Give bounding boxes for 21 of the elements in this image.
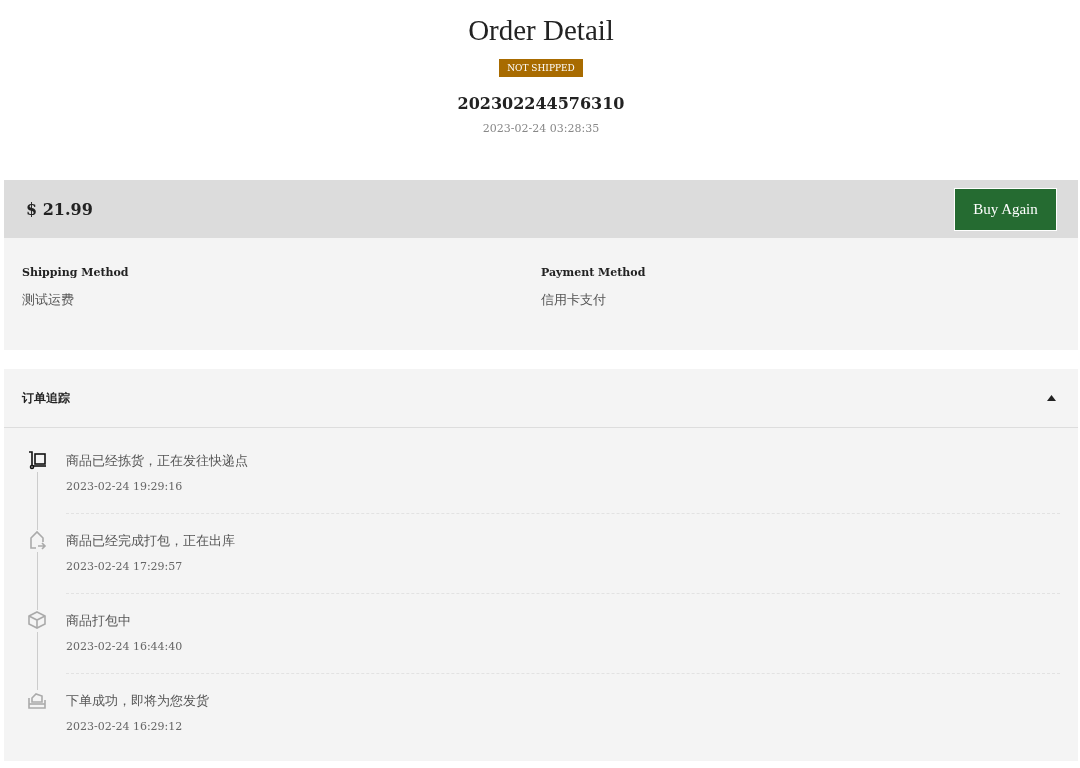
info-label: Payment Method xyxy=(541,266,647,279)
status-badge: NOT SHIPPED xyxy=(499,59,583,77)
event-description: 下单成功，即将为您发货 xyxy=(66,692,210,710)
event-time: 2023-02-24 16:44:40 xyxy=(66,640,184,653)
collapse-icon xyxy=(1047,395,1056,401)
tracking-title: 订单追踪 xyxy=(22,389,70,407)
page-title: Order Detail xyxy=(468,13,614,48)
info-value: 测试运费 xyxy=(22,291,75,309)
event-time: 2023-02-24 16:29:12 xyxy=(66,720,184,733)
info-value: 信用卡支付 xyxy=(541,291,607,309)
event-description: 商品已经完成打包，正在出库 xyxy=(66,532,236,550)
event-description: 商品已经拣货，正在发往快递点 xyxy=(66,452,249,470)
event-description: 商品打包中 xyxy=(66,612,132,630)
order-time: 2023-02-24 03:28:35 xyxy=(482,122,600,135)
order-total: $ 21.99 xyxy=(26,199,93,219)
info-label: Shipping Method xyxy=(22,266,130,279)
event-time: 2023-02-24 17:29:57 xyxy=(66,560,184,573)
order-number: 202302244576310 xyxy=(457,94,625,113)
buy-again-button[interactable]: Buy Again xyxy=(954,187,1057,231)
tracking-header[interactable]: 订单追踪 xyxy=(4,369,1078,428)
event-time: 2023-02-24 19:29:16 xyxy=(66,480,184,493)
